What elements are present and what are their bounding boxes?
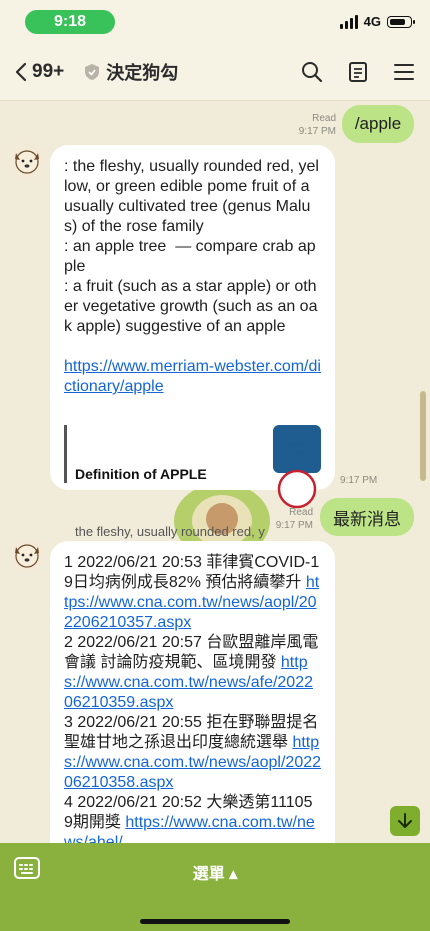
preview-title: Definition of APPLE bbox=[75, 466, 207, 482]
scroll-to-bottom-button[interactable] bbox=[390, 806, 420, 836]
avatar[interactable] bbox=[9, 143, 45, 179]
chat-title: 決定狗勾 bbox=[106, 63, 179, 83]
preview-thumbnail: Merriam-Webster bbox=[273, 425, 321, 509]
chevron-left-icon bbox=[15, 62, 27, 82]
news-text: 1 2022/06/21 20:53 菲律賓COVID-19日均病例成長82% … bbox=[64, 554, 320, 591]
incoming-news-message[interactable]: 1 2022/06/21 20:53 菲律賓COVID-19日均病例成長82% … bbox=[50, 541, 335, 843]
message-link[interactable]: https://www.merriam-webster.com/dictiona… bbox=[64, 358, 321, 395]
outgoing-message[interactable]: 最新消息 bbox=[320, 498, 414, 536]
dog-avatar-icon bbox=[15, 544, 39, 568]
avatar[interactable] bbox=[9, 537, 45, 573]
link-preview[interactable]: Definition of APPLE the fleshy, usually … bbox=[64, 425, 321, 556]
notes-icon[interactable] bbox=[346, 60, 370, 84]
signal-icon bbox=[339, 14, 358, 29]
message-time: 9:17 PM bbox=[298, 126, 336, 137]
message-text: : the fleshy, usually rounded red, yello… bbox=[64, 158, 319, 335]
arrow-down-icon bbox=[398, 813, 412, 828]
message-time: 9:17 PM bbox=[340, 475, 378, 486]
news-item: 1 2022/06/21 20:53 菲律賓COVID-19日均病例成長82% … bbox=[64, 553, 321, 633]
shield-icon bbox=[84, 63, 100, 81]
status-bar: 9:18 4G bbox=[0, 0, 430, 44]
chat-header: 99+ 決定狗勾 bbox=[0, 44, 430, 101]
network-type: 4G bbox=[363, 14, 381, 29]
status-time: 9:18 bbox=[25, 10, 115, 34]
read-receipt: Read bbox=[289, 507, 313, 518]
news-item: 4 2022/06/21 20:52 大樂透第111059期開獎 https:/… bbox=[64, 793, 321, 843]
battery-icon bbox=[387, 15, 415, 28]
outgoing-message[interactable]: /apple bbox=[342, 105, 414, 143]
bottom-menu-bar: 選單 ▴ bbox=[0, 843, 430, 931]
menu-icon[interactable] bbox=[392, 60, 416, 84]
news-text: 3 2022/06/21 20:55 拒在野聯盟提名 聖雄甘地之孫退出印度總統選… bbox=[64, 714, 323, 751]
incoming-message[interactable]: : the fleshy, usually rounded red, yello… bbox=[50, 145, 335, 556]
rich-menu-toggle[interactable]: 選單 ▴ bbox=[0, 860, 430, 884]
unread-count: 99+ bbox=[32, 61, 65, 82]
search-icon[interactable] bbox=[300, 60, 324, 84]
news-item: 3 2022/06/21 20:55 拒在野聯盟提名 聖雄甘地之孫退出印度總統選… bbox=[64, 713, 321, 793]
merriam-webster-logo: Merriam-Webster bbox=[282, 440, 312, 457]
dog-avatar-icon bbox=[15, 150, 39, 174]
read-receipt: Read bbox=[312, 113, 336, 124]
back-button[interactable]: 99+ bbox=[14, 61, 64, 83]
news-item: 2 2022/06/21 20:57 台歐盟離岸風電會議 討論防疫規範、區境開發… bbox=[64, 633, 321, 713]
message-time: 9:17 PM bbox=[275, 520, 313, 531]
home-indicator bbox=[140, 919, 290, 924]
chat-area[interactable]: Read 9:17 PM /apple : the fleshy, usuall… bbox=[0, 101, 430, 843]
